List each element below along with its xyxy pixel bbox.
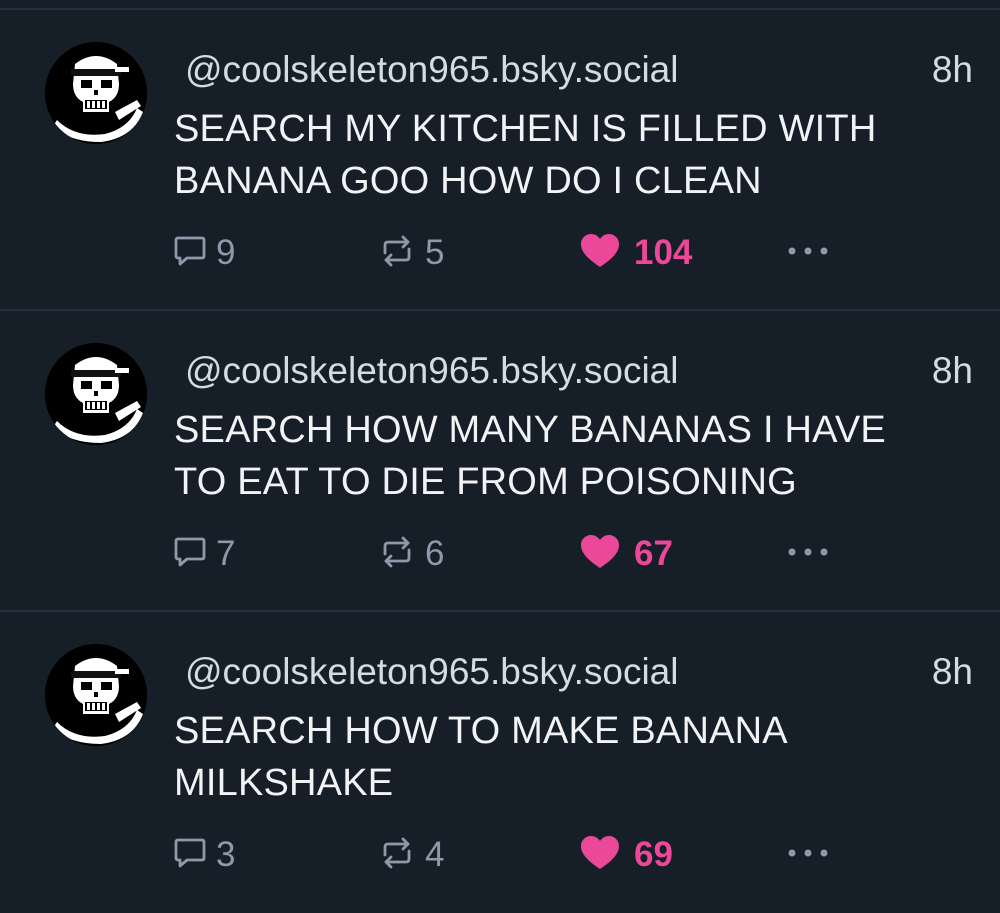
avatar[interactable] bbox=[45, 644, 147, 746]
post[interactable]: @coolskeleton965.bsky.social 8h SEARCH H… bbox=[0, 612, 1000, 913]
like-count: 104 bbox=[634, 233, 693, 272]
repost-count: 4 bbox=[425, 835, 445, 874]
reply-count: 7 bbox=[216, 534, 236, 573]
more-options-button[interactable] bbox=[786, 228, 830, 278]
avatar[interactable] bbox=[45, 42, 147, 144]
author-handle[interactable]: @coolskeleton965.bsky.social bbox=[185, 349, 678, 393]
speech-bubble-icon bbox=[172, 835, 208, 876]
ellipsis-icon bbox=[786, 846, 830, 864]
reply-button[interactable]: 9 bbox=[172, 228, 235, 278]
post-text: SEARCH HOW MANY BANANAS I HAVE TO EAT TO… bbox=[174, 404, 974, 508]
repost-arrows-icon bbox=[377, 233, 417, 274]
post-feed: @coolskeleton965.bsky.social 8h SEARCH M… bbox=[0, 10, 1000, 913]
author-handle[interactable]: @coolskeleton965.bsky.social bbox=[185, 48, 678, 92]
like-count: 69 bbox=[634, 835, 673, 874]
reply-button[interactable]: 7 bbox=[172, 529, 235, 579]
heart-icon bbox=[580, 534, 620, 575]
post-text-line: MILKSHAKE bbox=[174, 762, 394, 804]
post-actions: 7 6 67 bbox=[0, 529, 1000, 579]
like-button[interactable]: 67 bbox=[580, 529, 673, 579]
post-actions: 3 4 69 bbox=[0, 830, 1000, 880]
post[interactable]: @coolskeleton965.bsky.social 8h SEARCH H… bbox=[0, 311, 1000, 612]
reply-count: 3 bbox=[216, 835, 236, 874]
reply-button[interactable]: 3 bbox=[172, 830, 235, 880]
post-timestamp: 8h bbox=[931, 651, 973, 692]
post-text: SEARCH MY KITCHEN IS FILLED WITH BANANA … bbox=[174, 103, 974, 207]
post-text-line: BANANA GOO HOW DO I CLEAN bbox=[174, 160, 762, 202]
post-text-line: SEARCH MY KITCHEN IS FILLED WITH bbox=[174, 108, 877, 150]
more-options-button[interactable] bbox=[786, 529, 830, 579]
reply-count: 9 bbox=[216, 233, 236, 272]
repost-arrows-icon bbox=[377, 835, 417, 876]
post-actions: 9 5 104 bbox=[0, 228, 1000, 278]
post[interactable]: @coolskeleton965.bsky.social 8h SEARCH M… bbox=[0, 10, 1000, 311]
post-text-line: SEARCH HOW MANY BANANAS I HAVE bbox=[174, 409, 886, 451]
ellipsis-icon bbox=[786, 545, 830, 563]
speech-bubble-icon bbox=[172, 534, 208, 575]
more-options-button[interactable] bbox=[786, 830, 830, 880]
post-text-line: SEARCH HOW TO MAKE BANANA bbox=[174, 710, 788, 752]
repost-arrows-icon bbox=[377, 534, 417, 575]
like-button[interactable]: 69 bbox=[580, 830, 673, 880]
author-handle[interactable]: @coolskeleton965.bsky.social bbox=[185, 650, 678, 694]
post-text-line: TO EAT TO DIE FROM POISONING bbox=[174, 461, 797, 503]
repost-button[interactable]: 5 bbox=[377, 228, 444, 278]
post-timestamp: 8h bbox=[931, 350, 973, 391]
heart-icon bbox=[580, 835, 620, 876]
avatar[interactable] bbox=[45, 343, 147, 445]
repost-button[interactable]: 4 bbox=[377, 830, 444, 880]
post-timestamp: 8h bbox=[931, 49, 973, 90]
like-count: 67 bbox=[634, 534, 673, 573]
like-button[interactable]: 104 bbox=[580, 228, 692, 278]
repost-button[interactable]: 6 bbox=[377, 529, 444, 579]
speech-bubble-icon bbox=[172, 233, 208, 274]
ellipsis-icon bbox=[786, 244, 830, 262]
heart-icon bbox=[580, 233, 620, 274]
post-text: SEARCH HOW TO MAKE BANANA MILKSHAKE bbox=[174, 705, 974, 809]
repost-count: 6 bbox=[425, 534, 445, 573]
repost-count: 5 bbox=[425, 233, 445, 272]
